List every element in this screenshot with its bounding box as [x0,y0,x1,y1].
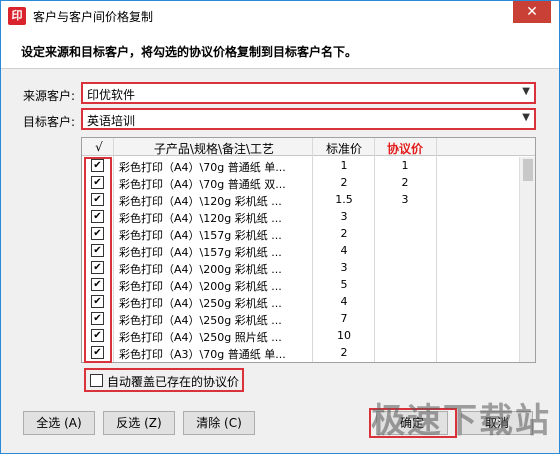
standard-price-cell: 5 [340,278,348,291]
agreed-price-cell[interactable]: 2 [375,176,435,189]
standard-price-cell: 1 [340,159,348,172]
close-button[interactable]: ✕ [513,1,551,23]
header-product[interactable]: 子产品\规格\备注\工艺 [119,140,309,157]
table-row[interactable]: ✔ 彩色打印（A4）\200g 彩机纸 ... 5 [82,276,522,293]
instruction-text: 设定来源和目标客户，将勾选的协议价格复制到目标客户名下。 [21,45,358,59]
product-cell: 彩色打印（A4）\157g 彩机纸 ... [119,246,282,259]
table-row[interactable]: ✔ 彩色打印（A4）\250g 彩机纸 ... 7 [82,310,522,327]
target-customer-value: 英语培训 [87,114,136,128]
product-cell: 彩色打印（A4）\120g 彩机纸 ... [119,212,282,225]
product-cell: 彩色打印（A4）\250g 彩机纸 ... [119,297,282,310]
watermark: 极速下载站 [371,401,551,441]
select-all-button[interactable]: 全选 (A) [23,411,95,435]
standard-price-cell: 3 [340,210,348,223]
product-cell: 彩色打印（A4）\250g 彩机纸 ... [119,314,282,327]
agreed-price-cell[interactable]: 3 [375,193,435,206]
instruction-band: 设定来源和目标客户，将勾选的协议价格复制到目标客户名下。 [1,31,559,69]
standard-price-cell: 10 [337,329,351,342]
product-cell: 彩色打印（A4）\70g 普通纸 双... [119,178,286,191]
vertical-scrollbar[interactable] [519,157,535,362]
standard-price-cell: 2 [340,227,348,240]
chevron-down-icon[interactable]: ▼ [522,112,530,123]
standard-price-cell: 1.5 [335,193,353,206]
table-row[interactable]: ✔ 彩色打印（A4）\200g 彩机纸 ... 3 [82,259,522,276]
grid-rows: ✔ 彩色打印（A4）\70g 普通纸 单... 1 1 ✔ 彩色打印（A4）\70g 普通… [82,157,522,361]
product-cell: 彩色打印（A4）\70g 普通纸 单... [119,161,286,174]
table-row[interactable]: ✔ 彩色打印（A4）\120g 彩机纸 ... 3 [82,208,522,225]
window-title: 客户与客户间价格复制 [33,10,154,24]
header-agreed-price[interactable]: 协议价 [375,140,435,157]
auto-overwrite-checkbox[interactable] [90,374,103,387]
title-bar[interactable]: 印 客户与客户间价格复制 ✕ [1,1,559,31]
table-row[interactable]: ✔ 彩色打印（A4）\120g 彩机纸 ... 1.5 3 [82,191,522,208]
table-row[interactable]: ✔ 彩色打印（A4）\250g 照片纸 ... 10 [82,327,522,344]
scrollbar-thumb[interactable] [523,159,533,181]
standard-price-cell: 2 [340,346,348,359]
standard-price-cell: 2 [340,176,348,189]
table-row[interactable]: ✔ 彩色打印（A4）\157g 彩机纸 ... 4 [82,242,522,259]
standard-price-cell: 3 [340,261,348,274]
source-customer-value: 印优软件 [87,88,136,102]
invert-selection-button[interactable]: 反选 (Z) [103,411,175,435]
target-customer-label: 目标客户: [23,115,76,129]
table-row[interactable]: ✔ 彩色打印（A4）\250g 彩机纸 ... 4 [82,293,522,310]
product-cell: 彩色打印（A4）\157g 彩机纸 ... [119,229,282,242]
product-cell: 彩色打印（A4）\200g 彩机纸 ... [119,280,282,293]
table-row[interactable]: ✔ 彩色打印（A4）\70g 普通纸 单... 1 1 [82,157,522,174]
auto-overwrite-option[interactable]: 自动覆盖已存在的协议价 [84,368,244,392]
product-cell: 彩色打印（A4）\200g 彩机纸 ... [119,263,282,276]
chevron-down-icon[interactable]: ▼ [522,86,530,97]
source-customer-select[interactable]: 印优软件 ▼ [81,82,536,104]
product-cell: 彩色打印（A3）\70g 普通纸 单... [119,348,286,361]
table-row[interactable]: ✔ 彩色打印（A4）\157g 彩机纸 ... 2 [82,225,522,242]
header-check[interactable]: √ [89,140,109,154]
product-cell: 彩色打印（A4）\250g 照片纸 ... [119,331,282,344]
standard-price-cell: 4 [340,295,348,308]
standard-price-cell: 4 [340,244,348,257]
grid-header: √ 子产品\规格\备注\工艺 标准价 协议价 [82,138,535,156]
app-logo-icon: 印 [8,7,26,25]
clear-button[interactable]: 清除 (C) [183,411,255,435]
target-customer-select[interactable]: 英语培训 ▼ [81,108,536,130]
checkbox-column-highlight [84,157,112,363]
header-standard-price[interactable]: 标准价 [314,140,374,157]
price-grid: √ 子产品\规格\备注\工艺 标准价 协议价 ✔ 彩色打印（A4）\70g 普通纸… [81,137,536,363]
dialog-window: 印 客户与客户间价格复制 ✕ 设定来源和目标客户，将勾选的协议价格复制到目标客户… [0,0,560,454]
agreed-price-cell[interactable]: 1 [375,159,435,172]
product-cell: 彩色打印（A4）\120g 彩机纸 ... [119,195,282,208]
standard-price-cell: 7 [340,312,348,325]
table-row[interactable]: ✔ 彩色打印（A4）\70g 普通纸 双... 2 2 [82,174,522,191]
source-customer-label: 来源客户: [23,89,76,103]
auto-overwrite-label: 自动覆盖已存在的协议价 [107,375,240,389]
table-row[interactable]: ✔ 彩色打印（A3）\70g 普通纸 单... 2 [82,344,522,361]
